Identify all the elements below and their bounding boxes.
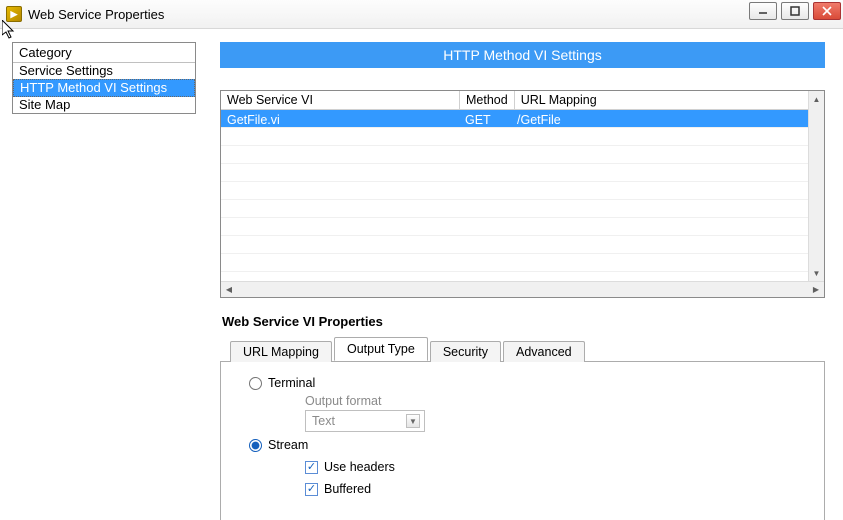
buffered-checkbox[interactable]: ✓ <box>305 483 318 496</box>
buffered-row[interactable]: ✓ Buffered <box>305 482 804 496</box>
tabbar: URL Mapping Output Type Security Advance… <box>220 337 825 362</box>
main-panel: HTTP Method VI Settings Web Service VI M… <box>200 29 843 520</box>
radio-terminal[interactable] <box>249 377 262 390</box>
output-format-label: Output format <box>305 394 804 408</box>
close-button[interactable] <box>813 2 841 20</box>
page-title: HTTP Method VI Settings <box>220 42 825 68</box>
col-header-vi[interactable]: Web Service VI <box>221 91 459 109</box>
sidebar-item-service-settings[interactable]: Service Settings <box>13 63 195 79</box>
radio-stream-label: Stream <box>268 438 308 452</box>
window-controls <box>749 2 841 20</box>
use-headers-checkbox[interactable]: ✓ <box>305 461 318 474</box>
cursor-icon <box>2 20 16 40</box>
maximize-button[interactable] <box>781 2 809 20</box>
titlebar: ▶ Web Service Properties <box>0 0 843 29</box>
table-row[interactable]: GetFile.vi GET /GetFile <box>221 110 808 127</box>
cell-vi: GetFile.vi <box>221 110 459 127</box>
scroll-right-icon[interactable]: ▶ <box>808 282 824 297</box>
table-vertical-scrollbar[interactable]: ▲ ▼ <box>808 91 824 281</box>
table-rows: GetFile.vi GET /GetFile <box>221 110 808 281</box>
col-header-method[interactable]: Method <box>459 91 514 109</box>
output-format-value: Text <box>312 414 335 428</box>
col-header-url[interactable]: URL Mapping <box>514 91 808 109</box>
output-format-select: Text ▼ <box>305 410 425 432</box>
scroll-left-icon[interactable]: ◀ <box>221 282 237 297</box>
scroll-up-icon[interactable]: ▲ <box>809 91 824 107</box>
use-headers-row[interactable]: ✓ Use headers <box>305 460 804 474</box>
radio-terminal-row[interactable]: Terminal <box>249 376 804 390</box>
category-header: Category <box>13 43 195 63</box>
table-header-row: Web Service VI Method URL Mapping <box>221 91 808 110</box>
window-title: Web Service Properties <box>28 7 164 22</box>
radio-stream-row[interactable]: Stream <box>249 438 804 452</box>
minimize-button[interactable] <box>749 2 777 20</box>
sidebar-item-http-method-vi-settings[interactable]: HTTP Method VI Settings <box>13 79 195 97</box>
sidebar: Category Service Settings HTTP Method VI… <box>0 29 200 520</box>
cell-method: GET <box>459 110 511 127</box>
tab-security[interactable]: Security <box>430 341 501 362</box>
vi-table: Web Service VI Method URL Mapping GetFil… <box>220 90 825 298</box>
tab-url-mapping[interactable]: URL Mapping <box>230 341 332 362</box>
sidebar-item-site-map[interactable]: Site Map <box>13 97 195 113</box>
table-horizontal-scrollbar[interactable]: ◀ ▶ <box>221 281 824 297</box>
tab-advanced[interactable]: Advanced <box>503 341 585 362</box>
use-headers-label: Use headers <box>324 460 395 474</box>
tab-panel-output-type: Terminal Output format Text ▼ Stream ✓ U… <box>220 362 825 520</box>
tab-output-type[interactable]: Output Type <box>334 337 428 361</box>
radio-stream[interactable] <box>249 439 262 452</box>
content-area: Category Service Settings HTTP Method VI… <box>0 29 843 520</box>
chevron-down-icon: ▼ <box>406 414 420 428</box>
properties-heading: Web Service VI Properties <box>222 314 825 329</box>
category-list: Category Service Settings HTTP Method VI… <box>12 42 196 114</box>
buffered-label: Buffered <box>324 482 371 496</box>
cell-url: /GetFile <box>511 110 808 127</box>
radio-terminal-label: Terminal <box>268 376 315 390</box>
scroll-down-icon[interactable]: ▼ <box>809 265 824 281</box>
